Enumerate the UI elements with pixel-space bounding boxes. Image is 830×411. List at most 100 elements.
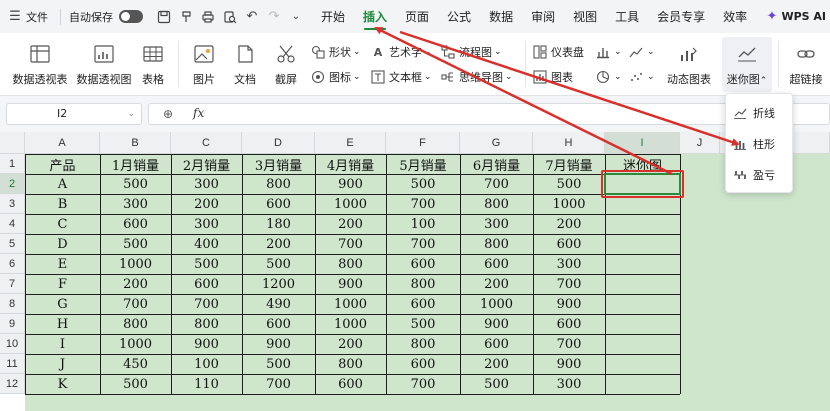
chevron-down-icon[interactable]: ⌄ [127, 104, 135, 124]
tab-data[interactable]: 数据 [480, 0, 522, 33]
table-cell[interactable]: 1000 [100, 254, 171, 274]
row-header-10[interactable]: 10 [0, 334, 25, 354]
table-cell[interactable]: E [25, 254, 100, 274]
table-cell[interactable]: 300 [171, 214, 242, 234]
column-header-c[interactable]: C [171, 132, 242, 154]
table-cell[interactable]: 100 [171, 354, 242, 374]
table-cell[interactable]: 600 [242, 194, 315, 214]
table-cell[interactable]: 800 [315, 354, 386, 374]
table-cell[interactable]: 450 [100, 354, 171, 374]
table-cell[interactable]: 200 [100, 274, 171, 294]
table-cell[interactable]: 800 [100, 314, 171, 334]
pie-chart-dropdown[interactable]: ⌄ [595, 68, 622, 86]
tab-home[interactable]: 开始 [312, 0, 354, 33]
sparkline-menu-column[interactable]: 柱形 [732, 133, 788, 155]
art-text-button[interactable]: A 艺术字 ⌄ [370, 43, 432, 61]
row-header-12[interactable]: 12 [0, 374, 25, 394]
table-cell[interactable]: 200 [242, 234, 315, 254]
tab-view[interactable]: 视图 [564, 0, 606, 33]
table-cell[interactable]: 600 [100, 214, 171, 234]
table-button[interactable]: 表格 [136, 33, 170, 87]
header-cell[interactable]: 7月销量 [533, 154, 605, 174]
tab-efficiency[interactable]: 效率 [714, 0, 756, 33]
table-cell[interactable]: 900 [171, 334, 242, 354]
table-cell[interactable]: 200 [460, 274, 533, 294]
table-cell[interactable]: 600 [460, 334, 533, 354]
name-box[interactable]: I2 ⌄ [6, 103, 142, 125]
scatter-chart-dropdown[interactable]: ⌄ [628, 68, 655, 86]
table-cell[interactable]: 600 [533, 234, 605, 254]
table-cell[interactable]: 700 [171, 294, 242, 314]
table-cell[interactable]: 490 [242, 294, 315, 314]
table-cell[interactable]: 800 [171, 314, 242, 334]
table-cell[interactable]: 1000 [533, 194, 605, 214]
table-cell[interactable]: 700 [242, 374, 315, 394]
table-cell[interactable]: 800 [386, 334, 460, 354]
shape-button[interactable]: 形状 ⌄ [310, 43, 361, 61]
table-cell[interactable]: 600 [386, 254, 460, 274]
table-cell[interactable]: 700 [460, 174, 533, 194]
row-header-7[interactable]: 7 [0, 274, 25, 294]
table-cell[interactable]: 500 [460, 374, 533, 394]
column-header-h[interactable]: H [533, 132, 605, 154]
table-cell[interactable]: 600 [386, 294, 460, 314]
table-cell[interactable]: 600 [171, 274, 242, 294]
column-header-f[interactable]: F [386, 132, 460, 154]
header-cell[interactable]: 2月销量 [171, 154, 242, 174]
table-cell[interactable]: 800 [460, 194, 533, 214]
autosave-toggle[interactable] [119, 10, 143, 23]
table-cell[interactable]: B [25, 194, 100, 214]
table-cell[interactable]: 200 [171, 194, 242, 214]
flowchart-button[interactable]: 流程图 ⌄ [440, 43, 502, 61]
column-header-d[interactable]: D [242, 132, 315, 154]
table-cell[interactable]: 500 [100, 174, 171, 194]
select-all-corner[interactable] [0, 132, 25, 154]
dynamic-chart-button[interactable]: 动态图表 [660, 33, 718, 87]
tab-member[interactable]: 会员专享 [648, 0, 714, 33]
column-header-j[interactable]: J [680, 132, 720, 154]
table-cell[interactable]: 500 [533, 174, 605, 194]
print-preview-icon[interactable] [219, 6, 241, 28]
row-header-4[interactable]: 4 [0, 214, 25, 234]
table-cell[interactable]: 700 [315, 234, 386, 254]
table-cell[interactable]: 180 [242, 214, 315, 234]
row-header-3[interactable]: 3 [0, 194, 25, 214]
dashboard-button[interactable]: 仪表盘 [532, 43, 584, 61]
column-header-i[interactable]: I [605, 132, 680, 154]
table-cell[interactable]: 500 [100, 234, 171, 254]
row-header-2[interactable]: 2 [0, 174, 25, 194]
hyperlink-button[interactable]: 超链接 [786, 33, 826, 87]
table-cell[interactable]: J [25, 354, 100, 374]
table-cell[interactable]: 500 [242, 354, 315, 374]
table-cell[interactable]: H [25, 314, 100, 334]
icon-button[interactable]: 图标 ⌄ [310, 68, 361, 86]
pivot-table-button[interactable]: 数据透视表 [10, 33, 70, 87]
table-cell[interactable]: 200 [315, 334, 386, 354]
chevron-down-icon[interactable]: ⌄ [285, 6, 307, 28]
pivot-chart-button[interactable]: 数据透视图 [74, 33, 134, 87]
table-cell[interactable]: 900 [315, 174, 386, 194]
table-cell[interactable]: 700 [386, 374, 460, 394]
row-header-11[interactable]: 11 [0, 354, 25, 374]
table-cell[interactable]: 200 [315, 214, 386, 234]
table-cell[interactable]: 1000 [100, 334, 171, 354]
column-header-a[interactable]: A [25, 132, 100, 154]
mindmap-button[interactable]: 思维导图 ⌄ [440, 68, 513, 86]
format-painter-icon[interactable] [175, 6, 197, 28]
header-cell[interactable]: 产品 [25, 154, 100, 174]
row-header-9[interactable]: 9 [0, 314, 25, 334]
spreadsheet-grid[interactable]: A B C D E F G H I J 1 2 3 4 5 6 7 8 9 10 11 12 产品 1月销量 2月销量 3月销量 4… [0, 132, 830, 411]
zoom-search-icon[interactable]: ⊕ [163, 107, 173, 121]
table-cell[interactable]: 400 [171, 234, 242, 254]
column-header-e[interactable]: E [315, 132, 386, 154]
column-header-b[interactable]: B [100, 132, 171, 154]
table-cell[interactable]: 300 [460, 214, 533, 234]
table-cell[interactable]: 600 [242, 314, 315, 334]
table-cell[interactable]: F [25, 274, 100, 294]
table-cell[interactable]: C [25, 214, 100, 234]
table-cell[interactable]: 700 [386, 234, 460, 254]
tab-insert[interactable]: 插入 [354, 0, 396, 33]
tab-formula[interactable]: 公式 [438, 0, 480, 33]
undo-icon[interactable]: ↶ [241, 6, 263, 28]
column-header-g[interactable]: G [460, 132, 533, 154]
